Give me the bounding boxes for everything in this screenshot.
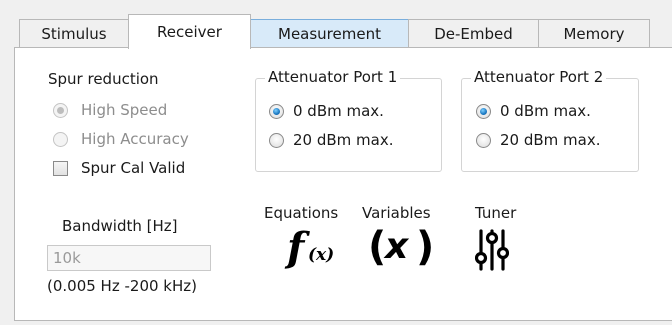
port1-0dbm-label: 0 dBm max. (293, 102, 384, 120)
spur-reduction-title: Spur reduction (48, 70, 159, 88)
attenuator-port-2-group: Attenuator Port 2 0 dBm max. 20 dBm max. (461, 68, 639, 172)
bandwidth-range: (0.005 Hz -200 kHz) (47, 277, 197, 295)
port2-0dbm-label: 0 dBm max. (500, 102, 591, 120)
high-accuracy-label: High Accuracy (81, 130, 189, 148)
tab-memory[interactable]: Memory (538, 19, 650, 47)
high-speed-label: High Speed (81, 101, 168, 119)
spur-cal-valid-checkbox[interactable] (53, 161, 68, 176)
spur-cal-valid-label: Spur Cal Valid (81, 159, 186, 177)
tab-stimulus[interactable]: Stimulus (19, 19, 129, 47)
receiver-panel: Spur reduction High Speed High Accuracy … (14, 47, 672, 321)
port1-0dbm-radio[interactable] (269, 104, 284, 119)
bandwidth-label: Bandwidth [Hz] (62, 217, 178, 235)
port1-20dbm-label: 20 dBm max. (293, 131, 394, 149)
tab-de-embed[interactable]: De-Embed (408, 19, 539, 47)
attenuator-port-1-group: Attenuator Port 1 0 dBm max. 20 dBm max. (255, 68, 442, 172)
high-accuracy-radio[interactable] (53, 132, 68, 147)
port2-20dbm-label: 20 dBm max. (500, 131, 601, 149)
port2-20dbm-radio[interactable] (476, 133, 491, 148)
attenuator-port-1-title: Attenuator Port 1 (265, 68, 401, 86)
attenuator-port-2-title: Attenuator Port 2 (471, 68, 607, 86)
tuner-sliders-icon[interactable] (475, 228, 509, 272)
variable-x-icon[interactable]: ( x ) (368, 224, 438, 272)
function-fx-icon[interactable]: f (x) (287, 224, 339, 274)
tab-receiver[interactable]: Receiver (128, 14, 251, 49)
tab-strip: Stimulus Receiver Measurement De-Embed M… (0, 0, 672, 49)
tuner-label: Tuner (475, 204, 517, 222)
variables-label: Variables (362, 204, 431, 222)
port1-20dbm-radio[interactable] (269, 133, 284, 148)
equations-label: Equations (264, 204, 339, 222)
tab-measurement[interactable]: Measurement (250, 19, 409, 47)
bandwidth-input[interactable]: 10k (47, 245, 211, 271)
high-speed-radio[interactable] (53, 103, 68, 118)
port2-0dbm-radio[interactable] (476, 104, 491, 119)
